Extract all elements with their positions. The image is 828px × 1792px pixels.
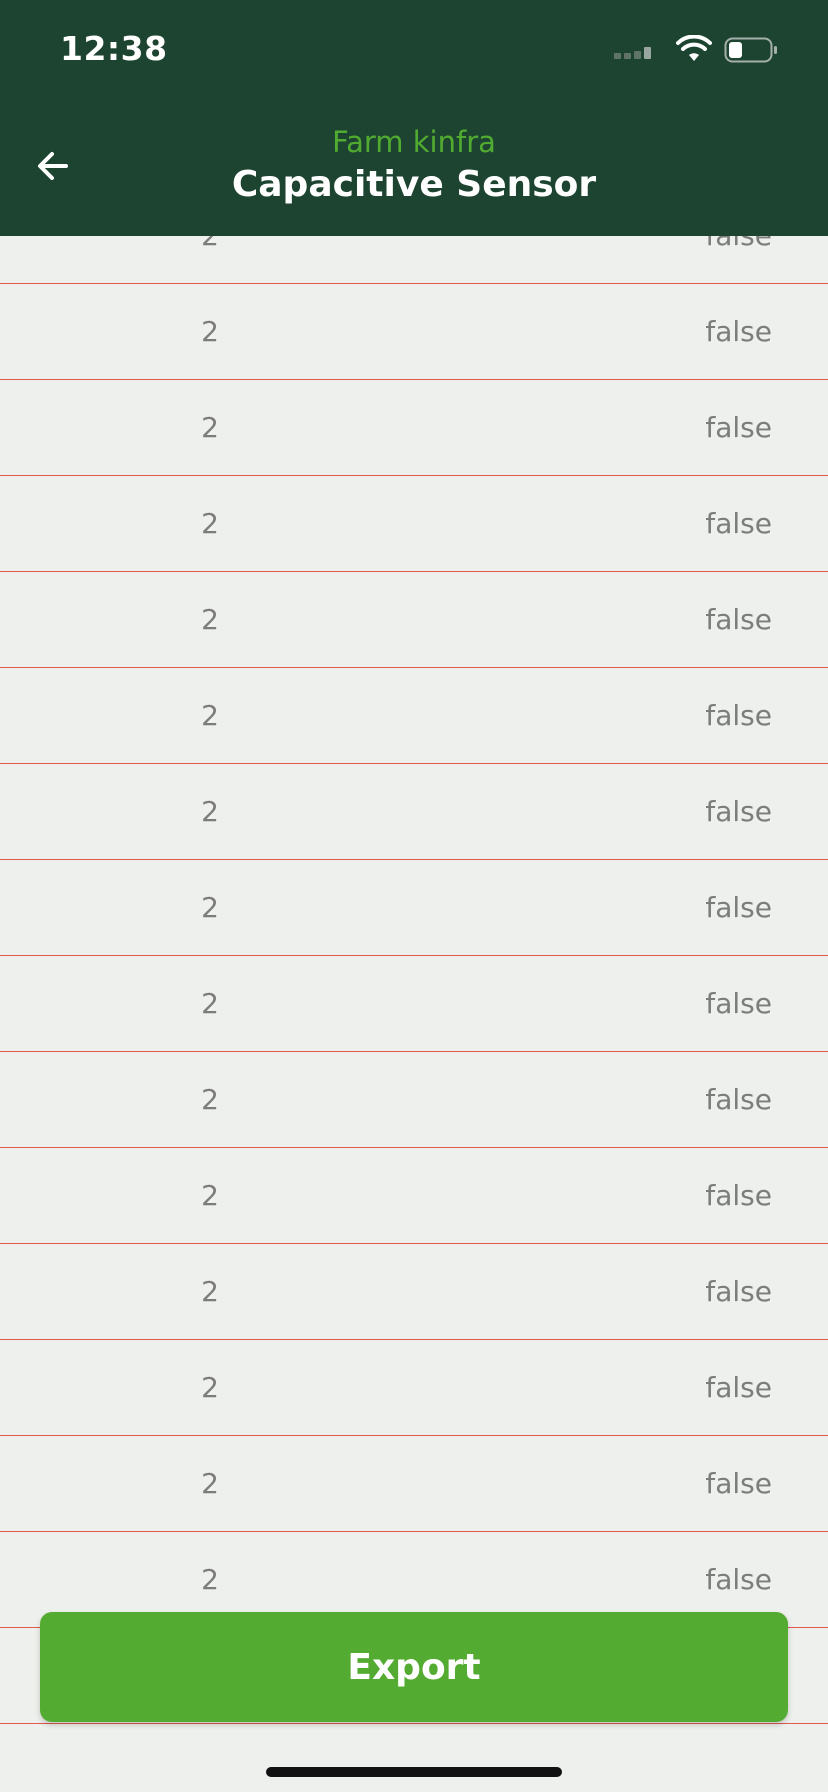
reading-value: 2 (201, 795, 219, 828)
reading-value: 2 (201, 1467, 219, 1500)
list-item: 2 false (0, 380, 828, 476)
reading-status: false (705, 699, 772, 732)
reading-status: false (705, 603, 772, 636)
list-item: 2 false (0, 860, 828, 956)
reading-status: false (705, 1083, 772, 1116)
reading-value: 2 (201, 699, 219, 732)
wifi-icon (676, 35, 712, 61)
list-item: 2 false (0, 572, 828, 668)
list-item: 2 false (0, 476, 828, 572)
battery-icon (724, 37, 777, 63)
list-item: 2 false (0, 764, 828, 860)
farm-name-subtitle: Farm kinfra (332, 125, 496, 159)
reading-value: 2 (201, 507, 219, 540)
reading-value: 2 (201, 891, 219, 924)
sensor-readings-list: 2 false 2 false 2 false 2 false 2 false … (0, 188, 828, 1724)
signal-icon (614, 47, 651, 59)
reading-value: 2 (201, 1275, 219, 1308)
export-button[interactable]: Export (40, 1612, 788, 1722)
list-item: 2 false (0, 1052, 828, 1148)
reading-status: false (705, 795, 772, 828)
status-time: 12:38 (60, 29, 168, 68)
reading-status: false (705, 1467, 772, 1500)
page-title: Capacitive Sensor (231, 164, 597, 205)
reading-status: false (705, 411, 772, 444)
reading-status: false (705, 1179, 772, 1212)
reading-value: 2 (201, 411, 219, 444)
reading-value: 2 (201, 315, 219, 348)
list-item: 2 false (0, 1340, 828, 1436)
reading-status: false (705, 987, 772, 1020)
list-item: 2 false (0, 284, 828, 380)
reading-status: false (705, 891, 772, 924)
reading-value: 2 (201, 1179, 219, 1212)
list-item: 2 false (0, 1148, 828, 1244)
reading-status: false (705, 1275, 772, 1308)
list-item: 2 false (0, 668, 828, 764)
reading-value: 2 (201, 1371, 219, 1404)
home-indicator (266, 1767, 562, 1777)
reading-status: false (705, 315, 772, 348)
list-item: 2 false (0, 1244, 828, 1340)
reading-value: 2 (201, 1083, 219, 1116)
list-item: 2 false (0, 1436, 828, 1532)
status-icons (614, 34, 794, 64)
list-item: 2 false (0, 956, 828, 1052)
reading-status: false (705, 507, 772, 540)
reading-value: 2 (201, 987, 219, 1020)
reading-status: false (705, 1371, 772, 1404)
reading-value: 2 (201, 603, 219, 636)
app-header: 12:38 Farm kinfra Capacitive Sensor (0, 0, 828, 236)
